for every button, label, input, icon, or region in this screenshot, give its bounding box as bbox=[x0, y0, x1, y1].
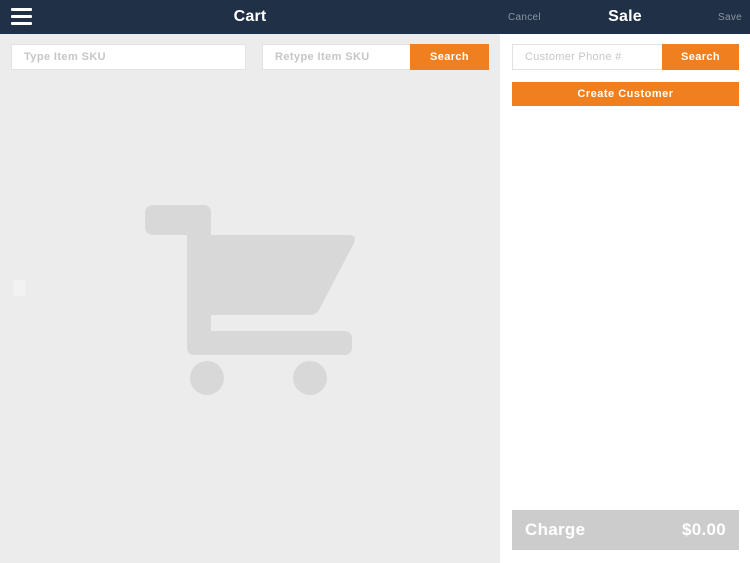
customer-phone-input[interactable] bbox=[513, 45, 662, 69]
create-customer-button[interactable]: Create Customer bbox=[512, 82, 739, 106]
empty-cart-illustration bbox=[145, 205, 357, 395]
cart-panel: Search bbox=[0, 34, 500, 563]
charge-label: Charge bbox=[525, 520, 586, 539]
panel-edge-marker bbox=[13, 280, 25, 296]
app-header: Cart Cancel Sale Save bbox=[0, 0, 750, 34]
item-sku-retype-input[interactable] bbox=[263, 45, 410, 69]
charge-amount: $0.00 bbox=[681, 520, 726, 539]
save-button[interactable]: Save bbox=[718, 10, 742, 25]
sale-panel: Search Create Customer Charge $0.00 bbox=[500, 34, 750, 563]
customer-search-button[interactable]: Search bbox=[662, 44, 739, 70]
sale-page-title: Sale bbox=[608, 8, 642, 25]
shopping-cart-icon bbox=[145, 205, 355, 395]
item-sku-retype-input-wrapper bbox=[262, 44, 410, 70]
item-sku-input-wrapper bbox=[11, 44, 246, 70]
cart-page-title: Cart bbox=[233, 8, 267, 25]
item-sku-input[interactable] bbox=[12, 45, 245, 69]
item-search-button[interactable]: Search bbox=[410, 44, 489, 70]
customer-phone-input-wrapper bbox=[512, 44, 662, 70]
charge-button[interactable]: Charge $0.00 bbox=[512, 510, 739, 550]
pos-app-window: Cart Cancel Sale Save Search bbox=[0, 0, 750, 563]
